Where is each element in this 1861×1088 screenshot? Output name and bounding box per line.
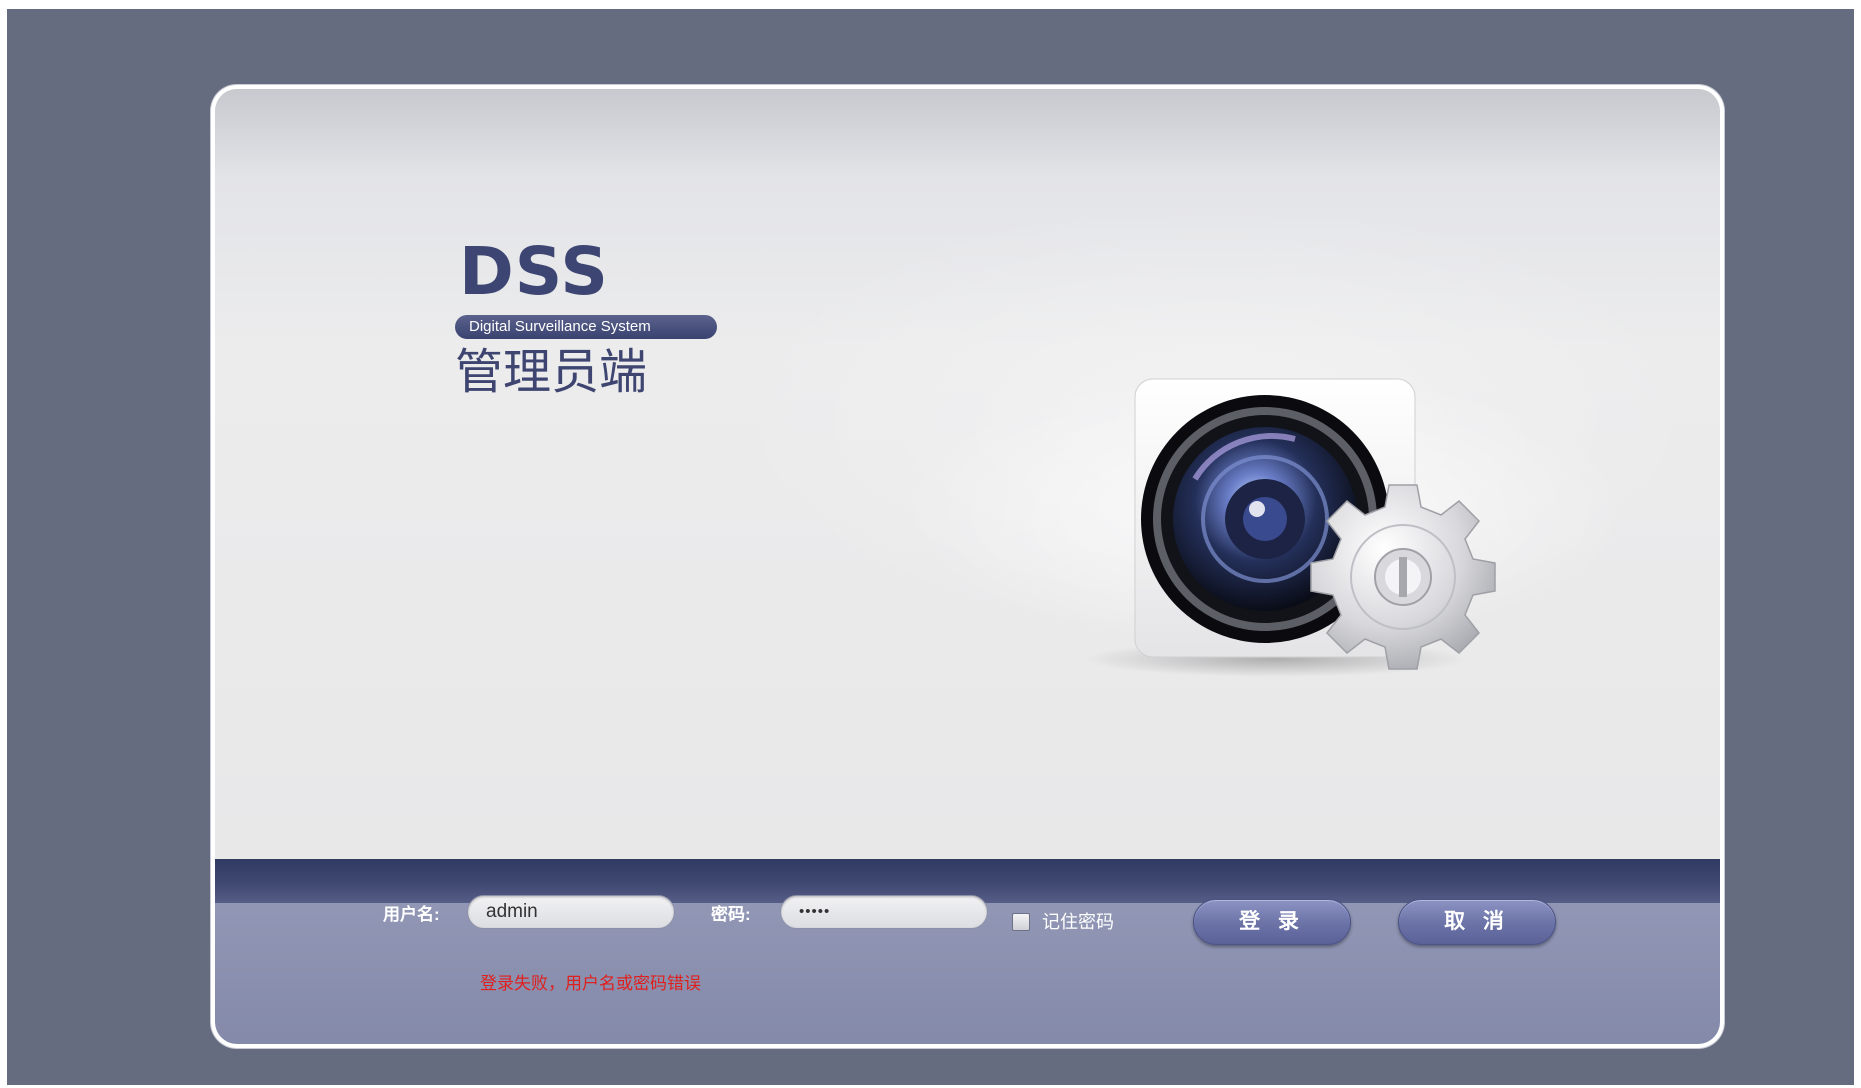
camera-lens-gear-icon [1085,378,1496,677]
remember-password-label[interactable]: 记住密码 [1042,912,1114,932]
username-label: 用户名: [383,905,440,924]
username-input[interactable]: admin [467,895,675,929]
password-input[interactable]: ••••• [780,895,988,929]
login-panel [215,859,1720,1044]
cancel-button[interactable]: 取 消 [1398,899,1556,945]
client-name: 管理员端 [455,344,648,400]
remember-password-checkbox[interactable] [1012,913,1030,931]
login-card: DSS Digital Surveillance System 管理员端 用户名… [211,85,1724,1048]
logo-subtitle: Digital Surveillance System [455,315,717,339]
password-label: 密码: [711,905,751,924]
login-button[interactable]: 登 录 [1193,899,1351,945]
login-error-message: 登录失败，用户名或密码错误 [480,974,701,993]
logo-title: DSS [459,233,609,310]
hero-banner: DSS Digital Surveillance System 管理员端 [215,89,1720,859]
